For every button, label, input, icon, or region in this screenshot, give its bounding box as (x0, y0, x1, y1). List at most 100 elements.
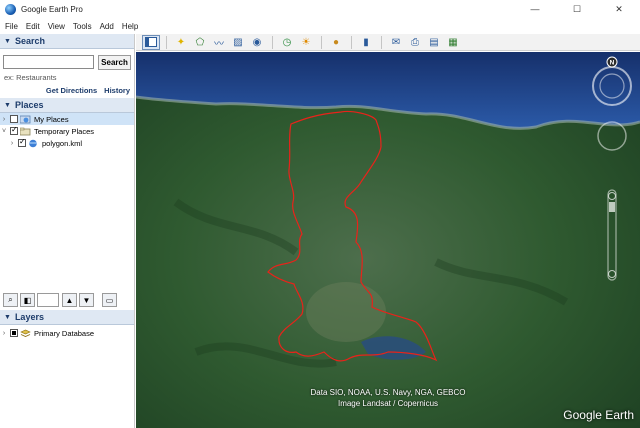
sidebar-toggle-button[interactable] (142, 34, 160, 50)
email-button[interactable]: ✉ (387, 35, 405, 50)
menu-bar: File Edit View Tools Add Help (0, 18, 640, 34)
tree-item-label: polygon.kml (42, 138, 83, 148)
move-down-icon[interactable]: ▼ (79, 293, 94, 307)
satellite-imagery[interactable]: N (136, 52, 640, 428)
search-places-icon[interactable]: ⌕ (3, 293, 18, 307)
map-toolbar: ✦ ⬠ 〰 ▨ ◉ ◷ ☀ ● ▮ ✉ ⎙ ▤ ▦ (136, 34, 640, 51)
save-image-button[interactable]: ▤ (425, 35, 443, 50)
menu-edit[interactable]: Edit (26, 22, 40, 31)
search-panel-title: Search (14, 36, 45, 46)
tree-item-my-places[interactable]: › My Places (0, 113, 134, 125)
print-button[interactable]: ⎙ (406, 35, 424, 50)
polygon-icon: ⬠ (195, 36, 205, 48)
switch-planet-button[interactable]: ● (327, 35, 345, 50)
minimize-button[interactable]: — (514, 0, 556, 18)
places-toolbar: ⌕ ◧ ▲ ▼ ▭ (0, 292, 134, 308)
folder-menu-icon[interactable]: ▭ (102, 293, 117, 307)
close-button[interactable]: ✕ (598, 0, 640, 18)
record-tour-button[interactable]: ◉ (248, 35, 266, 50)
collapse-arrow-icon: ▼ (4, 37, 11, 45)
add-polygon-button[interactable]: ⬠ (191, 35, 209, 50)
expand-arrow-icon[interactable]: ˅ (0, 128, 8, 135)
add-image-overlay-button[interactable]: ▨ (229, 35, 247, 50)
my-places-checkbox[interactable] (10, 115, 18, 123)
window-controls: — ☐ ✕ (514, 0, 640, 18)
valley-area (306, 282, 386, 342)
tree-item-primary-database[interactable]: › Primary Database (0, 327, 134, 339)
polygon-kml-checkbox[interactable] (18, 137, 26, 147)
expand-arrow-icon[interactable]: › (0, 330, 8, 337)
sidebar: ▼ Search Search ex: Restaurants Get Dire… (0, 34, 135, 428)
menu-view[interactable]: View (48, 22, 65, 31)
print-icon: ⎙ (411, 36, 419, 48)
layers-panel-title: Layers (14, 312, 44, 322)
clock-icon: ◷ (282, 36, 292, 48)
email-icon: ✉ (391, 36, 401, 48)
toggle-view-icon[interactable]: ◧ (20, 293, 35, 307)
north-label: N (610, 60, 615, 67)
planet-icon: ● (332, 36, 340, 48)
tree-item-label: Temporary Places (34, 126, 95, 136)
ruler-button[interactable]: ▮ (357, 35, 375, 50)
places-panel-header[interactable]: ▼ Places (0, 98, 134, 113)
path-icon: 〰 (214, 38, 224, 50)
menu-add[interactable]: Add (100, 22, 114, 31)
toolbar-divider (166, 35, 167, 49)
toolbar-divider (351, 35, 352, 49)
folder-icon (20, 127, 31, 135)
toolbar-divider (321, 35, 322, 49)
tree-item-label: My Places (34, 114, 69, 124)
add-path-button[interactable]: 〰 (210, 35, 228, 50)
search-panel-header[interactable]: ▼ Search (0, 34, 134, 49)
image-overlay-icon: ▨ (233, 36, 243, 48)
places-panel-title: Places (14, 100, 44, 110)
get-directions-link[interactable]: Get Directions (46, 84, 97, 98)
google-earth-logo: Google Earth (563, 408, 634, 422)
sidebar-toggle-icon (145, 37, 157, 47)
attribution-line-1: Data SIO, NOAA, U.S. Navy, NGA, GEBCO (310, 388, 466, 397)
add-placemark-button[interactable]: ✦ (172, 35, 190, 50)
move-up-icon[interactable]: ▲ (62, 293, 77, 307)
tree-item-label: Primary Database (34, 328, 95, 338)
ruler-icon: ▮ (363, 36, 369, 48)
search-input[interactable] (3, 55, 94, 69)
expand-arrow-icon[interactable]: › (8, 140, 16, 147)
camera-icon: ◉ (252, 36, 262, 48)
window-title: Google Earth Pro (21, 4, 83, 14)
search-row: Search (0, 49, 134, 71)
tree-item-temporary-places[interactable]: ˅ Temporary Places (0, 125, 134, 137)
layers-panel-header[interactable]: ▼ Layers (0, 310, 134, 325)
layers-panel: ▼ Layers › Primary Database (0, 310, 134, 339)
expand-arrow-icon[interactable]: › (0, 116, 8, 123)
folder-globe-icon (20, 115, 31, 123)
toolbar-divider (272, 35, 273, 49)
search-hint: ex: Restaurants (4, 73, 57, 82)
pushpin-icon: ✦ (176, 36, 186, 48)
search-button[interactable]: Search (98, 54, 131, 70)
database-layers-icon (20, 329, 31, 337)
view-in-maps-button[interactable]: ▦ (444, 35, 462, 50)
menu-help[interactable]: Help (122, 22, 138, 31)
toolbar-divider (381, 35, 382, 49)
zoom-handle[interactable] (609, 202, 615, 212)
primary-database-checkbox[interactable] (10, 329, 18, 337)
temporary-places-checkbox[interactable] (10, 125, 18, 135)
kml-file-icon (29, 139, 37, 147)
sunlight-button[interactable]: ☀ (297, 35, 315, 50)
opacity-slider[interactable] (37, 293, 59, 307)
tree-item-polygon-kml[interactable]: › polygon.kml (0, 137, 134, 149)
map-view[interactable]: N Data SIO, NOAA, U.S. Navy, NGA, GEBCO … (136, 52, 640, 428)
collapse-arrow-icon: ▼ (4, 101, 11, 109)
history-link[interactable]: History (104, 84, 130, 98)
historical-imagery-button[interactable]: ◷ (278, 35, 296, 50)
collapse-arrow-icon: ▼ (4, 313, 11, 321)
sun-icon: ☀ (301, 36, 311, 48)
save-image-icon: ▤ (429, 36, 439, 48)
menu-tools[interactable]: Tools (73, 22, 92, 31)
places-tree: › My Places ˅ Temporary Places › polygon… (0, 113, 134, 249)
maximize-button[interactable]: ☐ (556, 0, 598, 18)
title-bar: Google Earth Pro — ☐ ✕ (0, 0, 640, 18)
google-earth-app-icon (5, 3, 16, 15)
menu-file[interactable]: File (5, 22, 18, 31)
map-icon: ▦ (448, 36, 458, 48)
